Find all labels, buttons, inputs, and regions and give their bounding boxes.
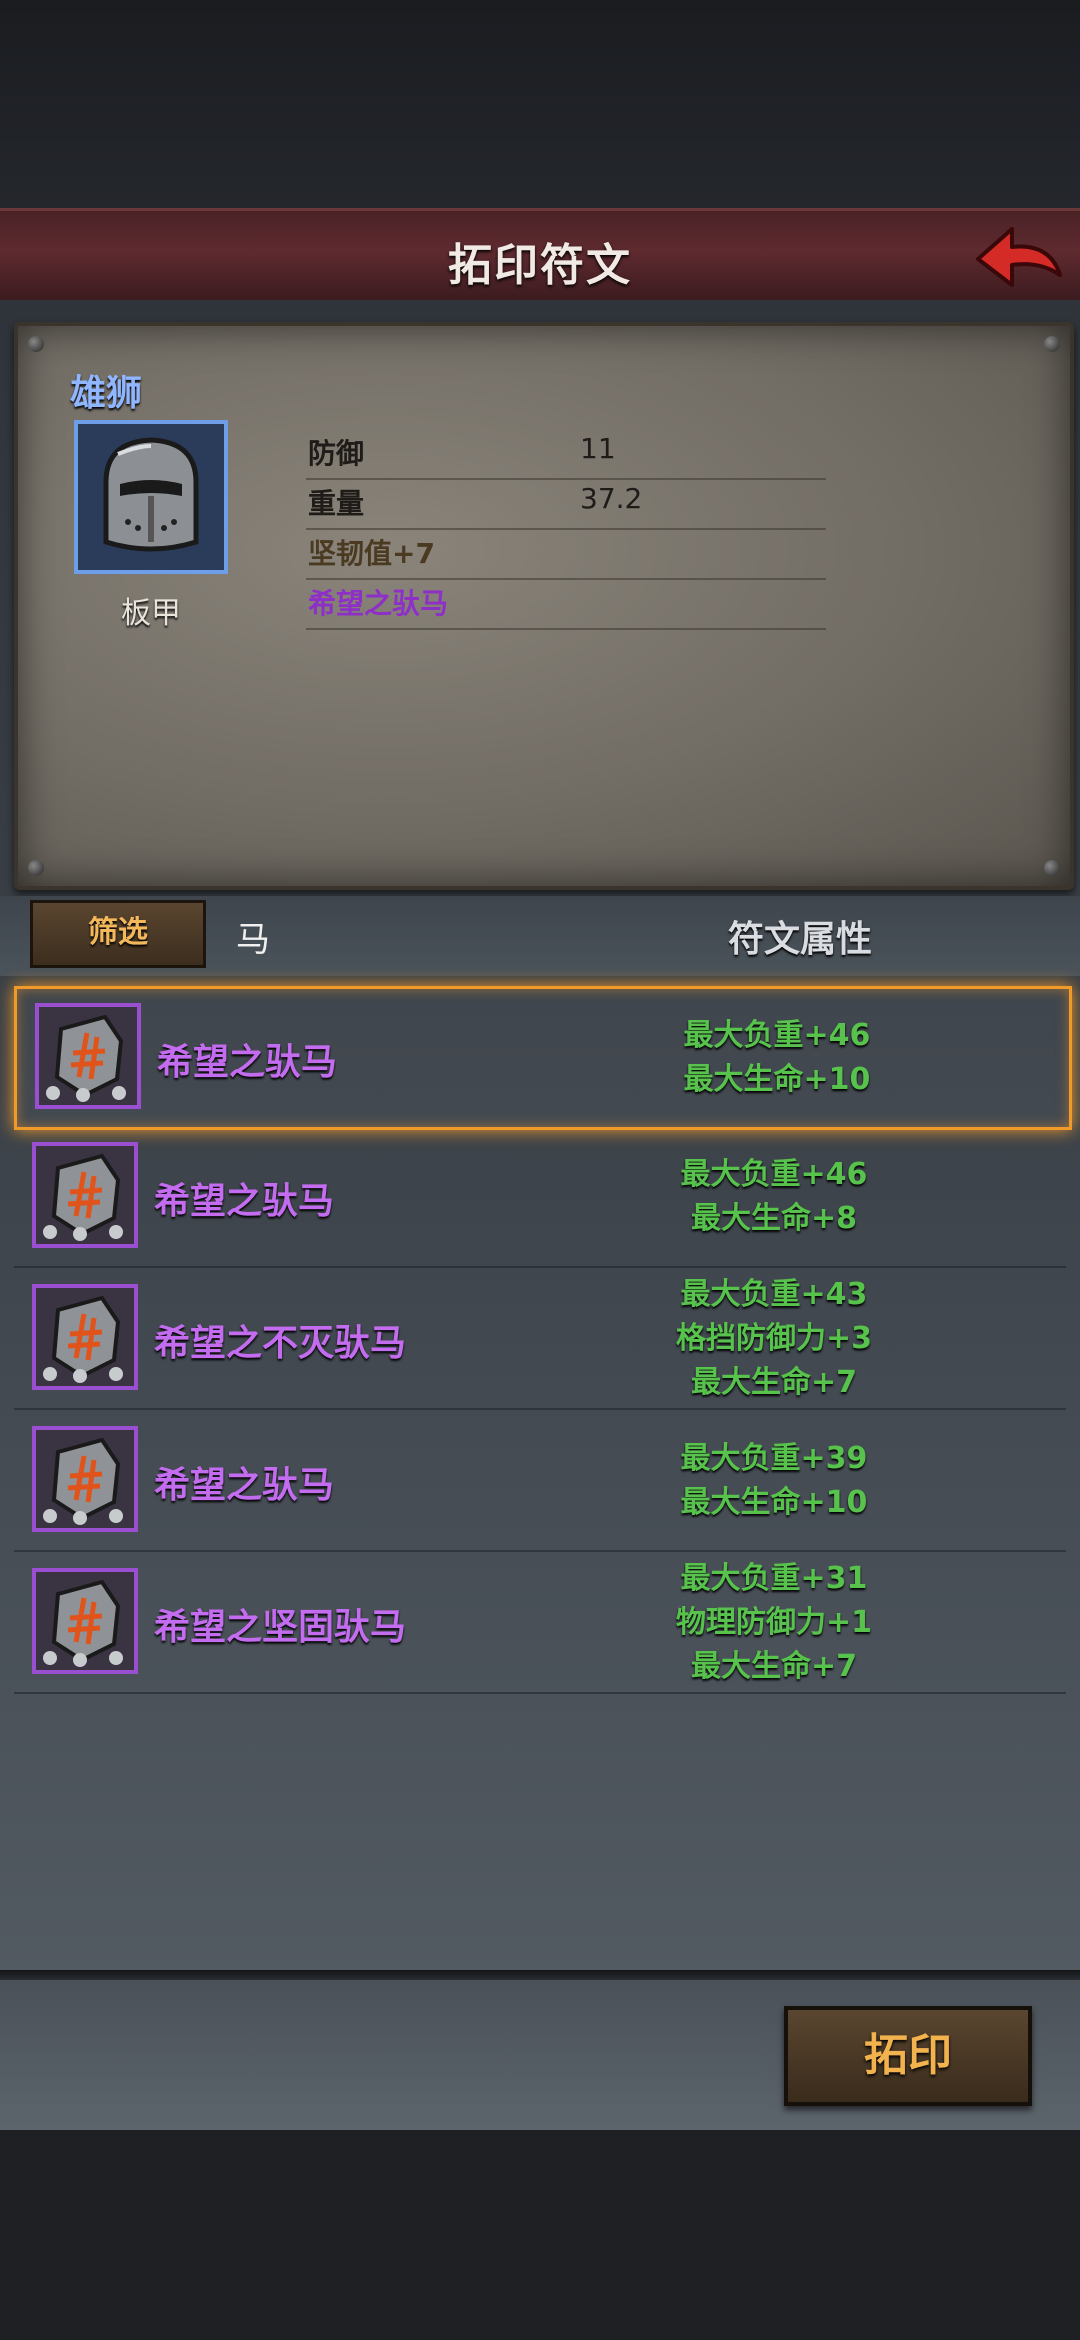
rune-name: 希望之驮马	[154, 1181, 335, 1222]
rune-attributes: 最大负重+31 物理防御力+1 最大生命+7	[624, 1554, 924, 1692]
rune-attribute: 最大负重+46	[683, 1018, 871, 1053]
back-arrow-icon	[976, 227, 1062, 287]
rune-stone-icon	[43, 1579, 123, 1667]
footer-area	[0, 2130, 1080, 2340]
stat-label: 防御	[308, 437, 365, 470]
rune-attribute: 最大负重+46	[680, 1157, 868, 1192]
rune-name: 希望之驮马	[157, 1042, 338, 1083]
rune-stone-icon	[43, 1295, 123, 1383]
rune-name: 希望之驮马	[154, 1465, 335, 1506]
rune-icon-slot	[35, 1003, 141, 1109]
filter-value: 马	[236, 920, 270, 960]
rune-attribute: 格挡防御力+3	[675, 1321, 872, 1356]
stat-row-weight: 重量 37.2	[306, 478, 826, 530]
rune-list-item[interactable]: 希望之坚固驮马 最大负重+31 物理防御力+1 最大生命+7	[14, 1554, 1066, 1694]
rune-name: 希望之不灭驮马	[154, 1323, 407, 1364]
rune-stone-icon	[43, 1153, 123, 1241]
rune-attribute: 最大生命+7	[690, 1649, 857, 1684]
equipment-slot[interactable]	[74, 420, 228, 574]
rune-stone-icon	[43, 1437, 123, 1525]
rune-list-item[interactable]: 希望之驮马 最大负重+46 最大生命+10	[14, 986, 1072, 1130]
stat-value: 11	[580, 432, 616, 465]
status-bar-area	[0, 0, 1080, 208]
bonus-stat: 坚韧值+7	[308, 537, 435, 570]
stat-row-defense: 防御 11	[306, 428, 826, 480]
page-title: 拓印符文	[448, 240, 632, 291]
knight-helmet-icon	[103, 437, 199, 552]
title-bar: 拓印符文	[0, 208, 1080, 305]
divider	[0, 1970, 1080, 1980]
rune-attribute: 物理防御力+1	[675, 1605, 872, 1640]
stat-row-bonus: 坚韧值+7	[306, 528, 826, 580]
stat-label: 重量	[308, 487, 365, 520]
back-button[interactable]	[970, 221, 1066, 293]
rivet-icon	[28, 336, 44, 352]
rune-attributes: 最大负重+43 格挡防御力+3 最大生命+7	[624, 1270, 924, 1408]
equipment-name: 雄狮	[70, 373, 143, 414]
rune-icon-slot	[32, 1426, 138, 1532]
equipment-type: 板甲	[121, 596, 181, 631]
rune-attributes: 最大负重+39 最大生命+10	[624, 1412, 924, 1550]
rune-list-item[interactable]: 希望之驮马 最大负重+46 最大生命+8	[14, 1128, 1066, 1268]
rivet-icon	[1044, 336, 1060, 352]
rivet-icon	[28, 860, 44, 876]
rune-attribute: 最大生命+7	[690, 1365, 857, 1400]
rune-name: 希望之坚固驮马	[154, 1607, 407, 1648]
rune-list-item[interactable]: 希望之不灭驮马 最大负重+43 格挡防御力+3 最大生命+7	[14, 1270, 1066, 1410]
filter-button[interactable]: 筛选	[30, 900, 206, 968]
stat-value: 37.2	[580, 482, 643, 515]
rune-attributes-header: 符文属性	[727, 919, 872, 960]
rune-stone-icon	[46, 1014, 126, 1102]
rune-attribute: 最大生命+10	[683, 1062, 871, 1097]
rune-list-item[interactable]: 希望之驮马 最大负重+39 最大生命+10	[14, 1412, 1066, 1552]
rune-icon-slot	[32, 1142, 138, 1248]
rune-attribute: 最大负重+39	[680, 1441, 868, 1476]
rivet-icon	[1044, 860, 1060, 876]
rune-attribute: 最大生命+10	[680, 1485, 868, 1520]
rune-icon-slot	[32, 1568, 138, 1674]
rune-attributes: 最大负重+46 最大生命+10	[627, 989, 927, 1127]
equipped-rune-name: 希望之驮马	[308, 587, 449, 620]
rubbing-button[interactable]: 拓印	[784, 2006, 1032, 2106]
stat-row-rune: 希望之驮马	[306, 578, 826, 630]
rune-attribute: 最大负重+43	[680, 1277, 868, 1312]
rune-icon-slot	[32, 1284, 138, 1390]
rune-attribute: 最大负重+31	[680, 1561, 868, 1596]
rune-attribute: 最大生命+8	[690, 1201, 857, 1236]
rune-attributes: 最大负重+46 最大生命+8	[624, 1128, 924, 1266]
